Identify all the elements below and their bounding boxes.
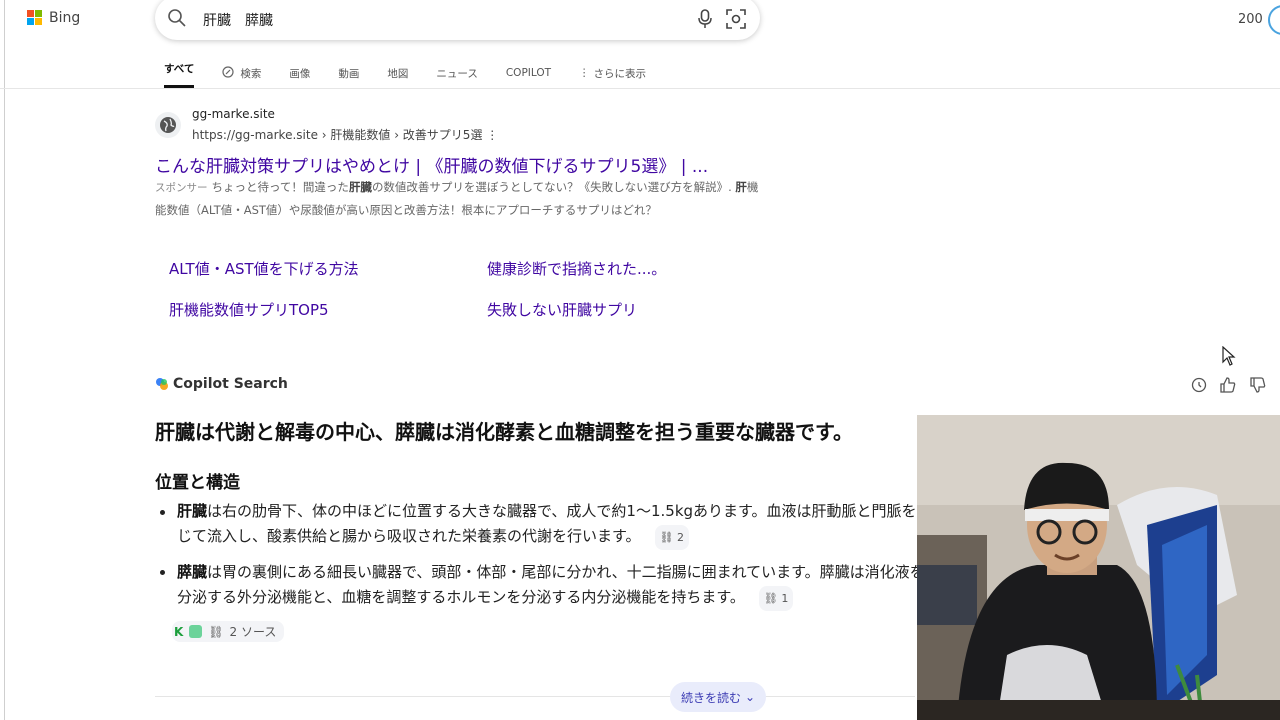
bullet-bold: 膵臓	[177, 563, 208, 581]
more-options-icon[interactable]: ⋮	[486, 128, 498, 142]
webcam-feed-image	[917, 415, 1280, 720]
bullet-bold: 肝臓	[177, 502, 208, 520]
desc-text: の数値改善サプリを選ぼうとしてない？《失敗しない選び方を解説》.	[371, 180, 732, 194]
rewards-count[interactable]: 200	[1238, 12, 1263, 27]
webcam-overlay	[917, 415, 1280, 720]
logo-text: Bing	[49, 10, 81, 26]
chevron-down-icon: ⌄	[744, 690, 756, 704]
microsoft-logo-icon	[27, 10, 43, 26]
tab-label: 検索	[240, 67, 262, 80]
ad-url-text: https://gg-marke.site › 肝機能数値 › 改善サプリ5選	[192, 128, 483, 142]
sources-button[interactable]: K ⛓ 2 ソース	[172, 621, 285, 642]
desc-bold: 肝臓	[348, 180, 372, 194]
desc-bold: 肝	[735, 180, 747, 194]
read-more-label: 続きを読む	[680, 690, 741, 705]
thumbs-down-icon[interactable]	[1249, 376, 1267, 394]
tab-label: さらに表示	[593, 67, 647, 80]
ad-description: スポンサー ちょっと待って！間違った肝臓の数値改善サプリを選ぼうとしてない？《失敗…	[155, 176, 760, 221]
section-heading: 位置と構造	[155, 473, 240, 493]
sitelink-health-check[interactable]: 健康診断で指摘された...。	[487, 258, 666, 279]
thumbs-up-icon[interactable]	[1219, 376, 1237, 394]
bullet-text: は右の肋骨下、体の中ほどに位置する大きな臓器で、成人で約1〜1.5kgあります。…	[177, 502, 932, 545]
ad-url[interactable]: https://gg-marke.site › 肝機能数値 › 改善サプリ5選 …	[192, 126, 498, 143]
bullet-icon	[160, 570, 165, 575]
window-edge	[4, 0, 5, 720]
tab-label: COPILOT	[505, 67, 552, 79]
sources-label: 2 ソース	[229, 625, 277, 639]
bullet-icon	[160, 510, 165, 515]
tab-label: 動画	[338, 67, 360, 80]
refresh-icon[interactable]	[1190, 376, 1208, 394]
copilot-search-icon	[222, 66, 234, 78]
sitelink-alt-ast[interactable]: ALT値・AST値を下げる方法	[169, 258, 359, 279]
answer-bullet: 肝臓は右の肋骨下、体の中ほどに位置する大きな臓器で、成人で約1〜1.5kgありま…	[177, 499, 937, 550]
citation-badge[interactable]: ⛓ 2	[654, 525, 689, 550]
tab-videos[interactable]: 動画	[338, 58, 359, 88]
sitelink-top5[interactable]: 肝機能数値サプリTOP5	[169, 299, 329, 320]
search-tabs: すべて 検索 画像 動画 地図 ニュース COPILOT ⋮ さらに表示	[150, 58, 660, 88]
tab-copilot[interactable]: COPILOT	[506, 58, 551, 88]
sponsor-label: スポンサー	[155, 182, 208, 194]
copilot-answer-title: 肝臓は代謝と解毒の中心、膵臓は消化酵素と血糖調整を担う重要な臓器です。	[155, 420, 853, 444]
link-icon: ⛓	[208, 624, 224, 639]
search-icon[interactable]	[167, 8, 187, 28]
more-dots-icon: ⋮	[579, 67, 590, 79]
source-site-icon	[189, 625, 203, 638]
rewards-icon[interactable]	[1268, 5, 1280, 35]
globe-icon[interactable]	[155, 112, 181, 138]
citation-count: 2	[676, 531, 684, 544]
microphone-icon[interactable]	[698, 9, 712, 29]
copilot-logo-icon	[156, 378, 168, 390]
tab-label: 地図	[387, 67, 409, 80]
source-k-icon: K	[174, 624, 184, 639]
read-more-button[interactable]: 続きを読む ⌄	[670, 682, 766, 712]
tab-search[interactable]: 検索	[222, 58, 261, 88]
divider	[155, 696, 915, 697]
copilot-header: Copilot Search	[155, 376, 288, 392]
mouse-cursor-icon	[1222, 346, 1236, 366]
bullet-text: は胃の裏側にある細長い臓器で、頭部・体部・尾部に分かれ、十二指腸に囲まれています…	[177, 563, 925, 606]
tab-more[interactable]: ⋮ さらに表示	[579, 58, 646, 88]
copilot-header-text: Copilot Search	[173, 376, 288, 392]
tab-news[interactable]: ニュース	[436, 58, 477, 88]
citation-badge[interactable]: ⛓ 1	[758, 586, 794, 611]
citation-count: 1	[781, 592, 789, 605]
desc-text: ちょっと待って！間違った	[211, 180, 349, 194]
search-box[interactable]: 肝臓 膵臓	[155, 0, 760, 40]
ad-title-link[interactable]: こんな肝臓対策サプリはやめとけ | 《肝臓の数値下げるサプリ5選》 | ...	[155, 152, 708, 177]
bing-logo[interactable]: Bing	[27, 10, 80, 26]
visual-search-icon[interactable]	[726, 9, 746, 29]
tab-label: 画像	[289, 67, 311, 80]
tab-all[interactable]: すべて	[164, 58, 195, 88]
tab-label: ニュース	[436, 67, 478, 80]
ad-site-name[interactable]: gg-marke.site	[192, 107, 275, 121]
sitelink-supplement[interactable]: 失敗しない肝臓サプリ	[487, 299, 637, 320]
tab-label: すべて	[164, 63, 195, 75]
answer-bullet: 膵臓は胃の裏側にある細長い臓器で、頭部・体部・尾部に分かれ、十二指腸に囲まれてい…	[177, 560, 937, 611]
tab-maps[interactable]: 地図	[387, 58, 408, 88]
tabs-divider	[0, 88, 1280, 89]
search-input[interactable]: 肝臓 膵臓	[203, 10, 273, 30]
tab-images[interactable]: 画像	[289, 58, 310, 88]
